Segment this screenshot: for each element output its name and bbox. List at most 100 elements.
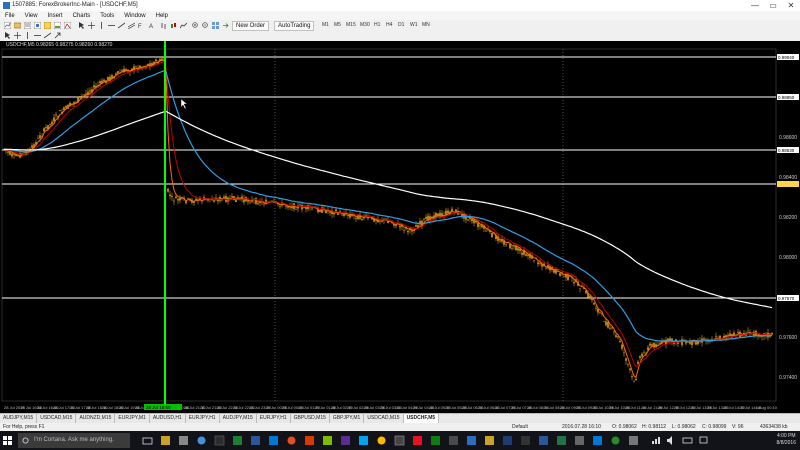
zoom-in-icon[interactable]: [192, 22, 199, 29]
minimize-button[interactable]: —: [746, 0, 764, 11]
market-watch-icon[interactable]: [24, 22, 31, 29]
timeframe-m30[interactable]: M30: [360, 22, 370, 28]
autoscroll-icon[interactable]: [222, 22, 229, 29]
crosshair-icon[interactable]: [88, 22, 95, 29]
candle-body: [83, 94, 85, 96]
crosshair-tool-icon[interactable]: [14, 32, 21, 39]
menu-insert[interactable]: Insert: [43, 13, 68, 19]
candle-body: [53, 117, 55, 122]
app-icon[interactable]: [592, 435, 603, 446]
app-icon[interactable]: [304, 435, 315, 446]
menu-tools[interactable]: Tools: [95, 13, 119, 19]
cursor-icon[interactable]: [78, 22, 85, 29]
text-tool-icon[interactable]: A: [148, 22, 155, 29]
app-icon[interactable]: [556, 435, 567, 446]
timeframe-h1[interactable]: H1: [374, 22, 380, 28]
volume-icon[interactable]: [666, 435, 677, 446]
candle-body: [629, 368, 631, 371]
app-icon[interactable]: [268, 435, 279, 446]
candle-body: [465, 216, 467, 220]
hline-tool-icon[interactable]: [34, 32, 41, 39]
app-icon[interactable]: [448, 435, 459, 446]
menu-charts[interactable]: Charts: [68, 13, 96, 19]
system-clock[interactable]: 4:00 PM 8/8/2016: [777, 433, 796, 447]
app-icon[interactable]: [574, 435, 585, 446]
candle-body: [201, 200, 203, 202]
profiles-icon[interactable]: [14, 22, 21, 29]
candlestick-icon[interactable]: [170, 22, 177, 29]
candle-body: [403, 229, 405, 231]
notification-icon[interactable]: [698, 435, 709, 446]
timeframe-mn[interactable]: MN: [422, 22, 430, 28]
candle-body: [279, 206, 281, 208]
terminal-icon[interactable]: [54, 22, 61, 29]
app-icon[interactable]: [376, 435, 387, 446]
app-icon[interactable]: [178, 435, 189, 446]
candle-body: [7, 151, 9, 153]
new-order-button[interactable]: New Order: [232, 21, 270, 31]
candle-body: [349, 214, 351, 218]
bar-chart-icon[interactable]: [160, 22, 167, 29]
app-icon[interactable]: [484, 435, 495, 446]
app-icon[interactable]: [286, 435, 297, 446]
price-axis-label: 0.97400: [779, 375, 797, 381]
price-chart[interactable]: 0.990000.988000.986000.984000.982000.980…: [0, 41, 800, 413]
candle-body: [579, 288, 581, 290]
trend-tool-icon[interactable]: [44, 32, 51, 39]
candle-body: [471, 218, 473, 222]
menu-window[interactable]: Window: [119, 13, 150, 19]
line-chart-icon[interactable]: [180, 22, 187, 29]
app-icon[interactable]: [160, 435, 171, 446]
timeframe-h4[interactable]: H4: [386, 22, 392, 28]
timeframe-m15[interactable]: M15: [346, 22, 356, 28]
strategy-tester-icon[interactable]: [64, 22, 71, 29]
channel-icon[interactable]: [128, 22, 135, 29]
vline-tool-icon[interactable]: [24, 32, 31, 39]
cursor-tool-icon[interactable]: [4, 32, 11, 39]
app-icon[interactable]: [196, 435, 207, 446]
close-button[interactable]: ✕: [782, 0, 800, 11]
navigator-icon[interactable]: [44, 22, 51, 29]
app-icon[interactable]: [430, 435, 441, 446]
app-icon[interactable]: [232, 435, 243, 446]
app-icon[interactable]: [394, 435, 405, 446]
app-icon[interactable]: [250, 435, 261, 446]
network-icon[interactable]: [650, 435, 661, 446]
app-icon[interactable]: [358, 435, 369, 446]
app-icon[interactable]: [538, 435, 549, 446]
task-view-icon[interactable]: [142, 435, 153, 446]
arrow-tool-icon[interactable]: [54, 32, 61, 39]
app-icon[interactable]: [628, 435, 639, 446]
new-chart-icon[interactable]: [4, 22, 11, 29]
zoom-out-icon[interactable]: [202, 22, 209, 29]
chart-window[interactable]: 0.990000.988000.986000.984000.982000.980…: [0, 41, 800, 413]
menu-help[interactable]: Help: [151, 13, 173, 19]
timeframe-d1[interactable]: D1: [398, 22, 404, 28]
menu-file[interactable]: File: [0, 13, 20, 19]
app-icon[interactable]: [214, 435, 225, 446]
app-icon[interactable]: [520, 435, 531, 446]
vertical-line-icon[interactable]: [98, 22, 105, 29]
app-icon[interactable]: [322, 435, 333, 446]
menu-view[interactable]: View: [20, 13, 43, 19]
maximize-button[interactable]: ▭: [764, 0, 782, 11]
app-icon[interactable]: [412, 435, 423, 446]
timeframe-m1[interactable]: M1: [322, 22, 329, 28]
candle-body: [623, 352, 625, 353]
timeframe-w1[interactable]: W1: [410, 22, 418, 28]
cortana-search-box[interactable]: I'm Cortana. Ask me anything.: [18, 433, 130, 448]
tile-windows-icon[interactable]: [212, 22, 219, 29]
horizontal-line-icon[interactable]: [108, 22, 115, 29]
app-icon[interactable]: [466, 435, 477, 446]
timeframe-m5[interactable]: M5: [334, 22, 341, 28]
data-window-icon[interactable]: [34, 22, 41, 29]
fibonacci-icon[interactable]: F: [138, 22, 145, 29]
app-icon[interactable]: [610, 435, 621, 446]
trendline-icon[interactable]: [118, 22, 125, 29]
candle-body: [635, 378, 637, 381]
app-icon[interactable]: [502, 435, 513, 446]
autotrading-button[interactable]: AutoTrading: [274, 21, 315, 31]
keyboard-icon[interactable]: [682, 435, 693, 446]
app-icon[interactable]: [340, 435, 351, 446]
windows-start-icon[interactable]: [3, 436, 12, 445]
